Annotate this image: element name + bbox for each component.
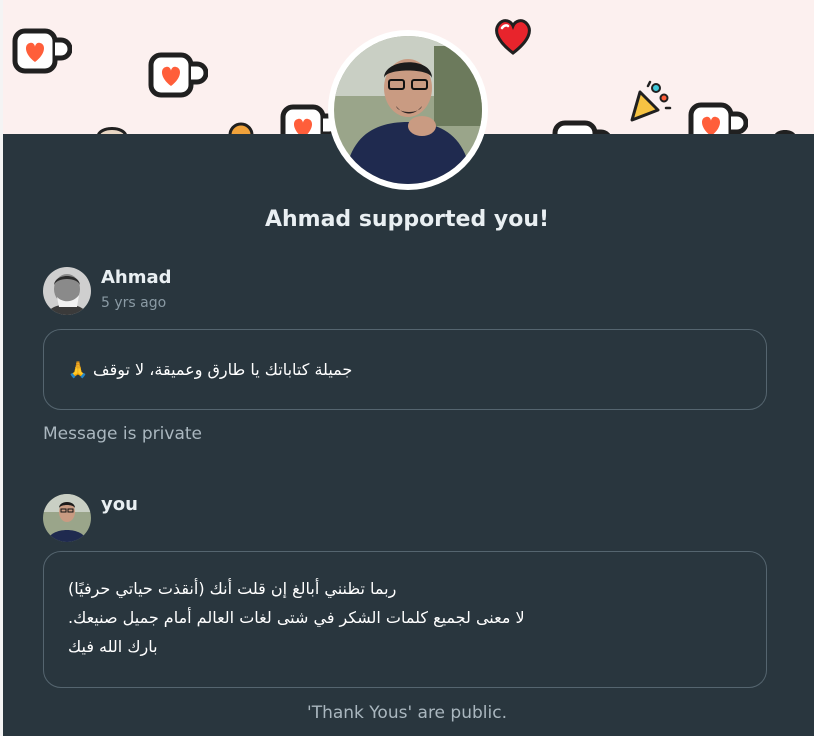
coffee-cup-heart-icon bbox=[552, 120, 611, 134]
supporter-avatar bbox=[43, 267, 91, 315]
reply-line: ربما تظنني أبالغ إن قلت أنك (أنقذت حياتي… bbox=[68, 579, 397, 598]
coffee-cup-heart-icon bbox=[148, 52, 208, 98]
reply-row: you bbox=[43, 494, 138, 542]
supporter-message: 🙏 جميلة كتاباتك يا طارق وعميقة، لا توقف bbox=[68, 360, 353, 379]
supporter-row: Ahmad 5 yrs ago bbox=[43, 267, 172, 315]
coffee-cup-heart-icon bbox=[688, 102, 748, 134]
supporter-large-avatar bbox=[328, 30, 488, 190]
supporter-timestamp: 5 yrs ago bbox=[101, 295, 167, 311]
reply-line: بارك الله فيك bbox=[68, 637, 158, 656]
red-heart-icon bbox=[495, 19, 531, 55]
window-edge bbox=[0, 0, 3, 736]
sticker-partial-icon bbox=[775, 130, 795, 134]
sticker-partial-icon bbox=[97, 127, 127, 134]
reply-line: .لا معنى لجميع كلمات الشكر في شتى لغات ا… bbox=[68, 608, 525, 627]
supporter-message-box: 🙏 جميلة كتاباتك يا طارق وعميقة، لا توقف bbox=[43, 329, 767, 410]
coffee-cup-heart-icon bbox=[12, 28, 72, 74]
page-title: Ahmad supported you! bbox=[264, 207, 550, 232]
supporter-name: Ahmad bbox=[101, 267, 172, 288]
your-avatar bbox=[43, 494, 91, 542]
reply-message-box: ربما تظنني أبالغ إن قلت أنك (أنقذت حياتي… bbox=[43, 551, 767, 688]
sticker-partial-icon bbox=[228, 122, 254, 134]
your-name: you bbox=[101, 494, 138, 515]
thank-yous-public-note: 'Thank Yous' are public. bbox=[307, 703, 507, 723]
thank-you-page: Ahmad supported you! Ahmad 5 yrs ago 🙏 ج… bbox=[0, 0, 814, 736]
party-popper-icon bbox=[630, 80, 672, 122]
message-private-note: Message is private bbox=[43, 424, 203, 444]
